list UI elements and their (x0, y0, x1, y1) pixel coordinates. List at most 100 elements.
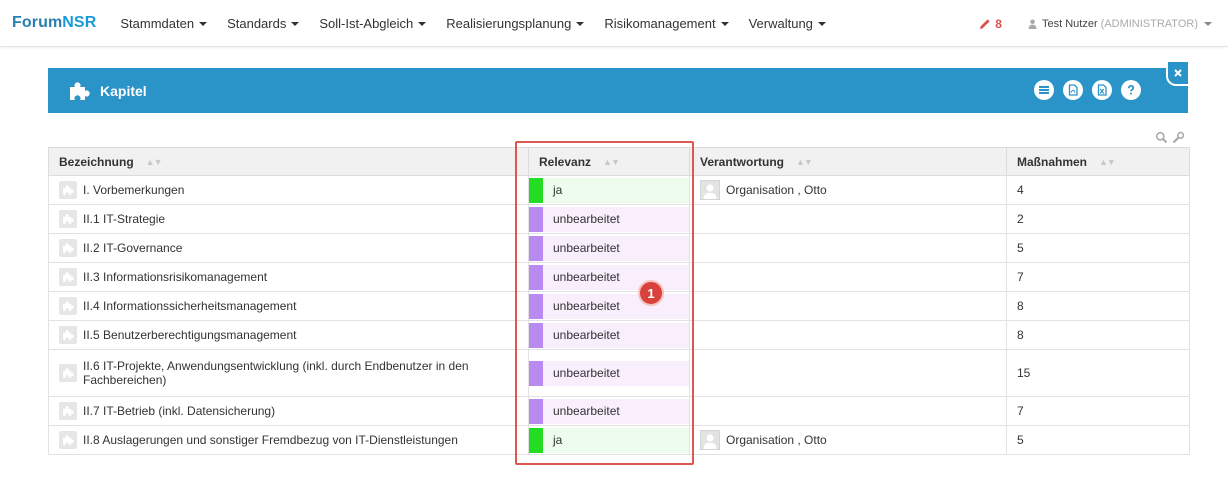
puzzle-icon (59, 210, 77, 228)
cell-name[interactable]: I. Vorbemerkungen (48, 175, 529, 205)
search-button[interactable] (1155, 131, 1168, 147)
cell-relevance[interactable]: unbearbeitet (528, 262, 690, 292)
menu-stammdaten[interactable]: Stammdaten (120, 16, 208, 31)
relevance-value: unbearbeitet (553, 328, 620, 342)
close-panel-button[interactable] (1166, 62, 1188, 86)
table-body: I. Vorbemerkungen ja Organisation , Otto 4 I… (48, 175, 1190, 455)
puzzle-icon (59, 181, 77, 199)
cell-name[interactable]: II.7 IT-Betrieb (inkl. Datensicherung) (48, 396, 529, 426)
cell-name[interactable]: II.4 Informationssicherheitsmanagement (48, 291, 529, 321)
edit-counter[interactable]: 8 (979, 17, 1002, 31)
search-icon (1155, 131, 1168, 144)
table-row[interactable]: II.8 Auslagerungen und sonstiger Fremdbe… (48, 425, 1190, 455)
cell-relevance[interactable]: unbearbeitet (528, 204, 690, 234)
responsibility-name: Organisation , Otto (726, 183, 827, 197)
menu-standards[interactable]: Standards (227, 15, 300, 31)
relevance-status: unbearbeitet (529, 398, 689, 424)
name-cell: II.4 Informationssicherheitsmanagement (59, 297, 518, 315)
table-header-row: Bezeichnung ▲▼ Relevanz ▲▼ Verantwortung ▲▼… (48, 147, 1190, 176)
measures-count: 5 (1017, 241, 1024, 255)
name-cell: II.6 IT-Projekte, Anwendungsentwicklung … (59, 359, 518, 387)
list-view-button[interactable] (1034, 80, 1054, 100)
user-icon (1028, 19, 1037, 29)
chapter-name: II.5 Benutzerberechtigungsmanagement (83, 328, 297, 342)
caret-down-icon (199, 21, 208, 26)
cell-measures[interactable]: 8 (1006, 320, 1190, 350)
column-header-name[interactable]: Bezeichnung ▲▼ (48, 147, 529, 176)
menu-label: Risikomanagement (604, 15, 716, 31)
chapter-name: II.1 IT-Strategie (83, 212, 166, 226)
cell-measures[interactable]: 2 (1006, 204, 1190, 234)
excel-export-button[interactable] (1092, 80, 1112, 100)
cell-measures[interactable]: 15 (1006, 349, 1190, 397)
cell-responsibility[interactable]: Organisation , Otto (689, 425, 1007, 455)
cell-responsibility[interactable] (689, 262, 1007, 292)
relevance-status: ja (529, 177, 689, 203)
settings-button[interactable] (1172, 131, 1185, 147)
cell-measures[interactable]: 7 (1006, 262, 1190, 292)
relevance-status: unbearbeitet (529, 293, 689, 319)
table-row[interactable]: II.1 IT-Strategie unbearbeitet 2 (48, 204, 1190, 234)
table-row[interactable]: II.4 Informationssicherheitsmanagement un… (48, 291, 1190, 321)
menu-verwaltung[interactable]: Verwaltung (749, 16, 826, 31)
table-row[interactable]: II.2 IT-Governance unbearbeitet 5 (48, 233, 1190, 263)
cell-name[interactable]: II.5 Benutzerberechtigungsmanagement (48, 320, 529, 350)
measures-count: 2 (1017, 212, 1024, 226)
cell-measures[interactable]: 5 (1006, 425, 1190, 455)
column-header-relevance[interactable]: Relevanz ▲▼ (528, 147, 690, 176)
cell-relevance[interactable]: unbearbeitet (528, 320, 690, 350)
cell-responsibility[interactable]: Organisation , Otto (689, 175, 1007, 205)
chapter-name: I. Vorbemerkungen (83, 183, 185, 197)
cell-measures[interactable]: 4 (1006, 175, 1190, 205)
cell-responsibility[interactable] (689, 204, 1007, 234)
menu-soll-ist-abgleich[interactable]: Soll-Ist-Abgleich (319, 16, 427, 31)
cell-name[interactable]: II.3 Informationsrisikomanagement (48, 262, 529, 292)
measures-count: 7 (1017, 404, 1024, 418)
table-row[interactable]: II.5 Benutzerberechtigungsmanagement unbe… (48, 320, 1190, 350)
cell-relevance[interactable]: unbearbeitet (528, 233, 690, 263)
main-menu: Stammdaten Standards Soll-Ist-Abgleich R… (120, 16, 846, 31)
cell-measures[interactable]: 7 (1006, 396, 1190, 426)
cell-relevance[interactable]: ja (528, 175, 690, 205)
puzzle-icon (59, 431, 77, 449)
cell-name[interactable]: II.6 IT-Projekte, Anwendungsentwicklung … (48, 349, 529, 397)
table-row[interactable]: II.6 IT-Projekte, Anwendungsentwicklung … (48, 349, 1190, 397)
brand-logo[interactable]: ForumNSR (12, 14, 96, 32)
cell-responsibility[interactable] (689, 233, 1007, 263)
cell-measures[interactable]: 5 (1006, 233, 1190, 263)
cell-relevance[interactable]: ja (528, 425, 690, 455)
cell-responsibility[interactable] (689, 320, 1007, 350)
table-row[interactable]: II.3 Informationsrisikomanagement unbearb… (48, 262, 1190, 292)
table-row[interactable]: I. Vorbemerkungen ja Organisation , Otto 4 (48, 175, 1190, 205)
table-row[interactable]: II.7 IT-Betrieb (inkl. Datensicherung) un… (48, 396, 1190, 426)
brand-part-nsr: NSR (62, 14, 97, 31)
puzzle-icon (59, 297, 77, 315)
cell-name[interactable]: II.1 IT-Strategie (48, 204, 529, 234)
name-cell: II.8 Auslagerungen und sonstiger Fremdbe… (59, 431, 518, 449)
column-label: Verantwortung (700, 154, 785, 169)
column-header-responsibility[interactable]: Verantwortung ▲▼ (689, 147, 1007, 176)
cell-relevance[interactable]: unbearbeitet (528, 396, 690, 426)
cell-relevance[interactable]: unbearbeitet (528, 291, 690, 321)
cell-name[interactable]: II.8 Auslagerungen und sonstiger Fremdbe… (48, 425, 529, 455)
cell-name[interactable]: II.2 IT-Governance (48, 233, 529, 263)
panel-header: Kapitel (48, 62, 1188, 113)
help-button[interactable] (1121, 80, 1141, 100)
cell-measures[interactable]: 8 (1006, 291, 1190, 321)
cell-responsibility[interactable] (689, 291, 1007, 321)
column-header-measures[interactable]: Maßnahmen ▲▼ (1006, 147, 1190, 176)
wrench-icon (1172, 131, 1185, 144)
cell-responsibility[interactable] (689, 349, 1007, 397)
menu-risikomanagement[interactable]: Risikomanagement (604, 15, 729, 31)
menu-label: Standards (227, 15, 287, 31)
sort-icon: ▲▼ (145, 156, 163, 167)
sort-icon: ▲▼ (796, 156, 813, 167)
name-cell: II.1 IT-Strategie (59, 210, 518, 228)
avatar-icon (700, 430, 720, 450)
list-icon (1039, 86, 1049, 94)
cell-relevance[interactable]: unbearbeitet (528, 349, 690, 397)
cell-responsibility[interactable] (689, 396, 1007, 426)
menu-realisierungsplanung[interactable]: Realisierungsplanung (446, 16, 585, 31)
pdf-export-button[interactable] (1063, 80, 1083, 100)
user-menu[interactable]: Test Nutzer (ADMINISTRATOR) (1028, 18, 1212, 30)
